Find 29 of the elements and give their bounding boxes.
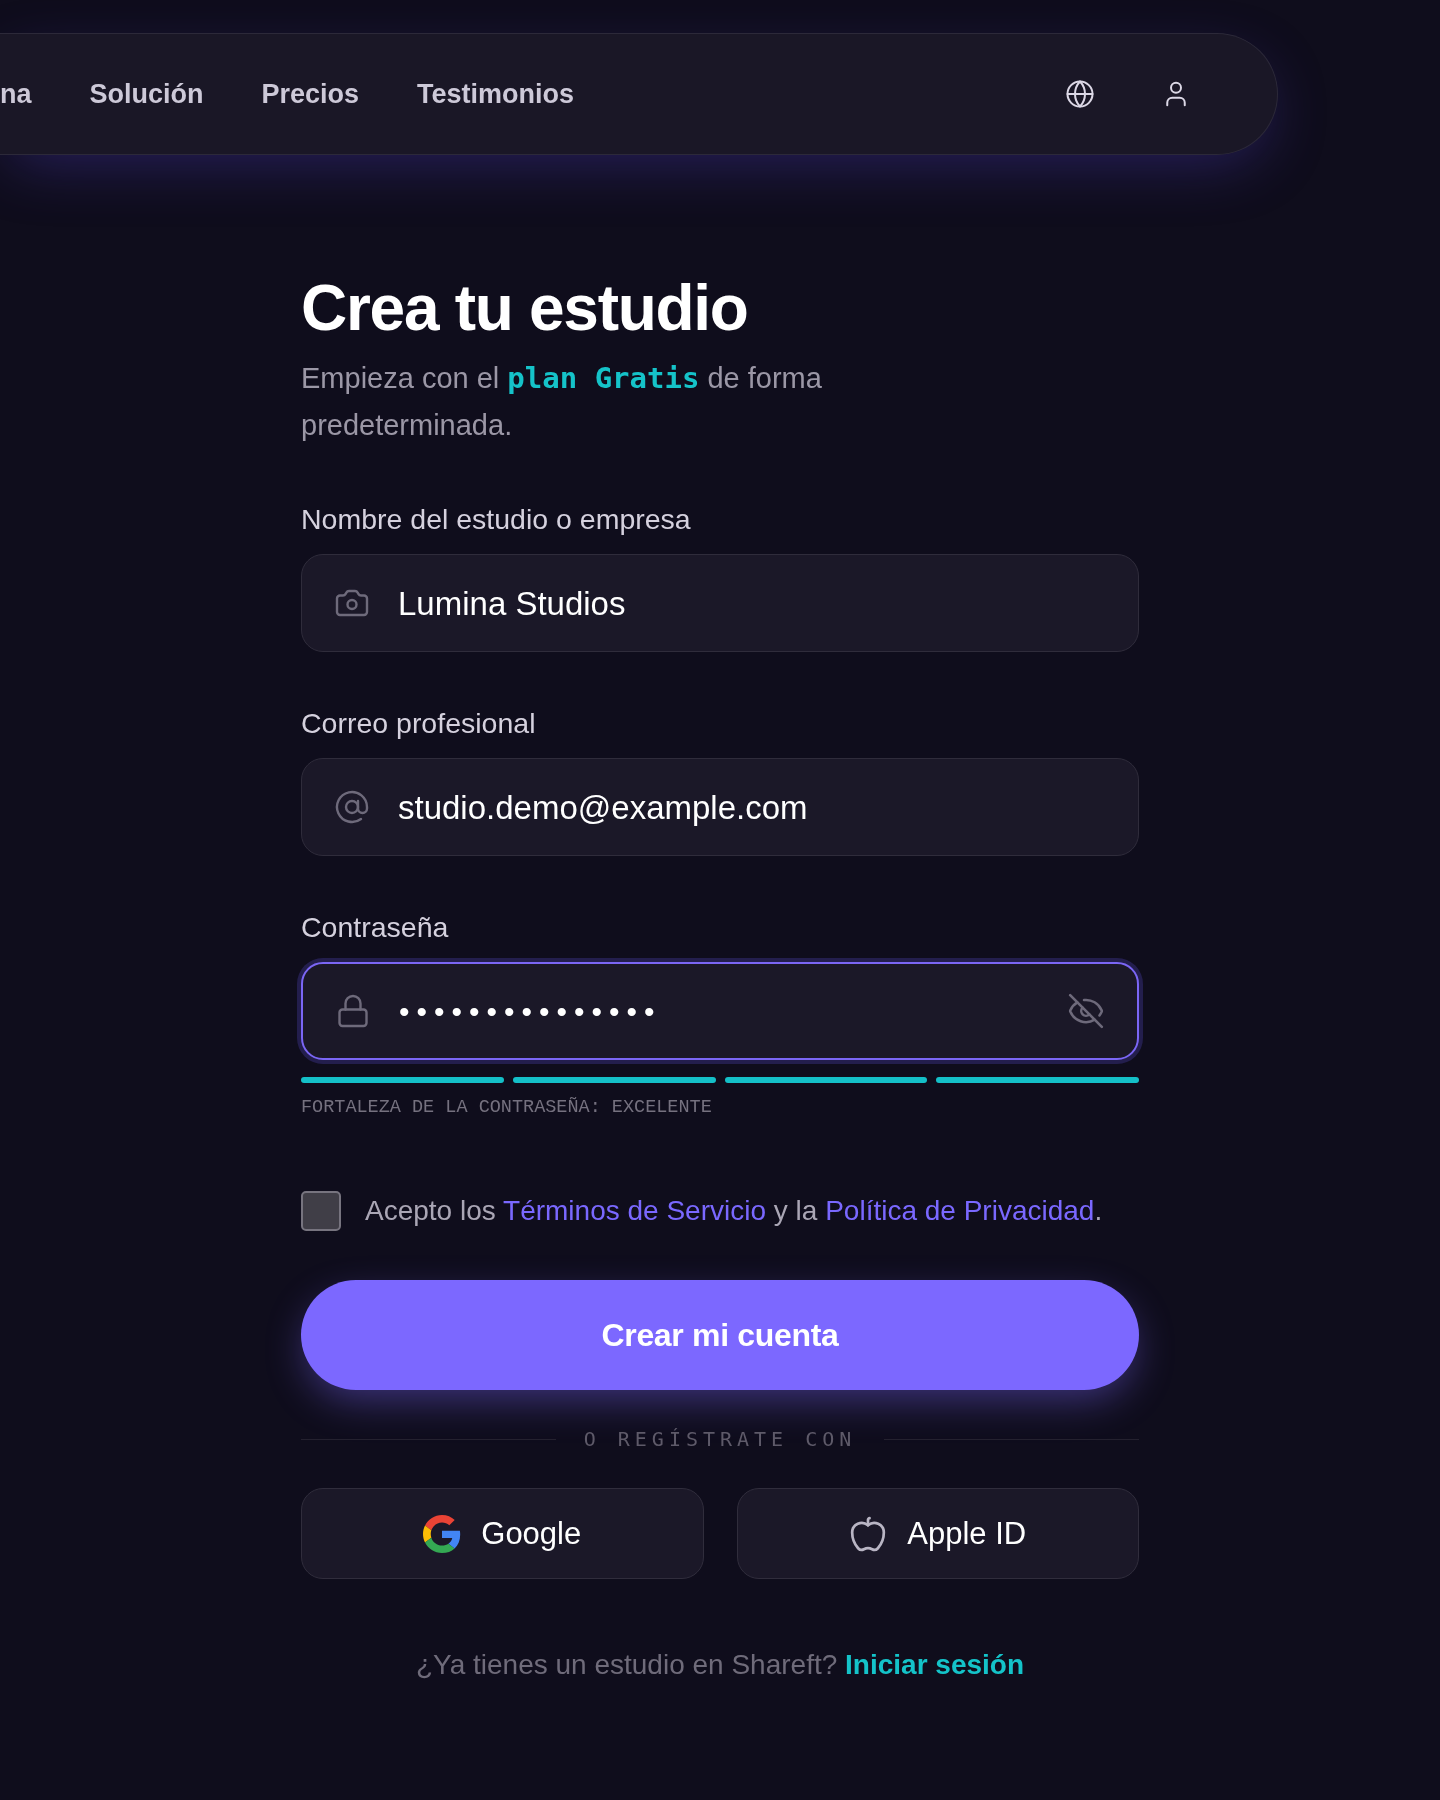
email-field[interactable]: studio.demo@example.com [301, 758, 1139, 857]
apple-icon [849, 1514, 888, 1553]
field-label: Nombre del estudio o empresa [301, 503, 691, 536]
terms-link[interactable]: Términos de Servicio [503, 1195, 766, 1227]
g-logo-icon [423, 1514, 462, 1553]
field-label: Correo profesional [301, 707, 536, 740]
nav-link[interactable]: Solución [89, 80, 204, 108]
nav-link[interactable]: na [0, 80, 32, 108]
lock-icon [335, 993, 371, 1030]
privacy-link[interactable]: Política de Privacidad [825, 1195, 1095, 1227]
at-sign-icon [334, 789, 370, 826]
text-field[interactable]: Lumina Studios [301, 554, 1139, 653]
create-account-button[interactable]: Crear mi cuenta [301, 1280, 1139, 1391]
page-subtitle: Empieza con el plan Gratis de forma predeterminada. [301, 360, 823, 444]
password-field[interactable]: ••••••••••••••• [301, 962, 1139, 1061]
signin-prompt: ¿Ya tienes un estudio en Shareft? Iniciar sesión [415, 1649, 1025, 1682]
globe-icon[interactable] [1065, 79, 1095, 109]
social-signup-button[interactable]: Apple ID [736, 1488, 1139, 1580]
nav-link[interactable]: Testimonios [417, 80, 575, 108]
terms-checkbox[interactable] [301, 1191, 341, 1232]
divider-label: O REGÍSTRATE CON [583, 1427, 857, 1452]
field-label: Contraseña [301, 911, 449, 944]
strength-label: FORTALEZA DE LA CONTRASEÑA: EXCELENTE [301, 1097, 712, 1120]
eye-off-icon[interactable] [1067, 992, 1105, 1031]
nav-link[interactable]: Precios [261, 80, 360, 108]
social-signup-button[interactable]: Google [301, 1488, 704, 1580]
page-title: Crea tu estudio [301, 273, 748, 344]
signin-link[interactable]: Iniciar sesión [845, 1649, 1025, 1681]
terms-text: Acepto los Términos de Servicio y la Política de Privacidad. [365, 1195, 1103, 1228]
